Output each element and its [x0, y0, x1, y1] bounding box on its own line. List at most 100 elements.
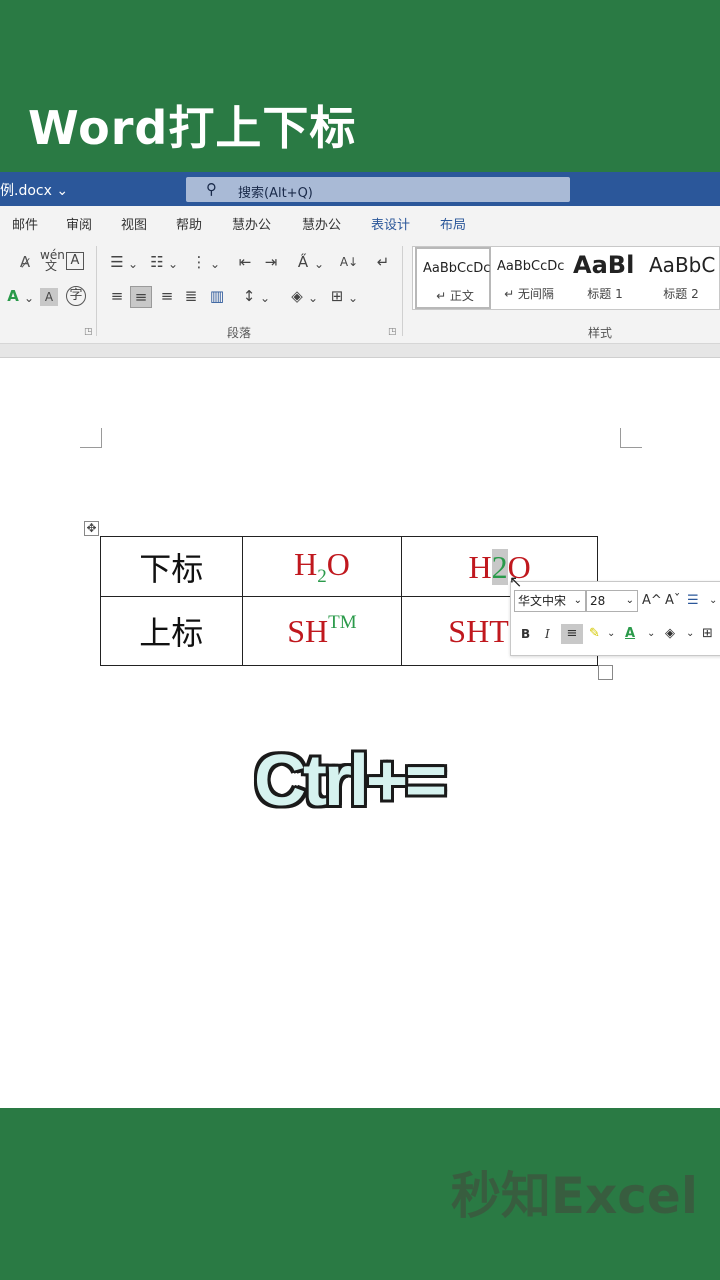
document-filename[interactable]: 例.docx ⌄ — [0, 180, 68, 200]
style-heading-1[interactable]: AaBl 标题 1 — [567, 247, 643, 309]
font-dialog-launcher-icon[interactable]: ◳ — [84, 326, 93, 337]
bullets-icon[interactable]: ☰ — [687, 591, 699, 611]
mouse-cursor-icon: ↖ — [509, 574, 523, 591]
page-corner-mark — [80, 428, 102, 448]
group-separator — [96, 246, 97, 336]
font-size-select[interactable]: 28 ⌄ — [586, 590, 638, 612]
word-title-bar: 例.docx ⌄ ⚲ 搜索(Alt+Q) — [0, 172, 720, 206]
line-spacing-dropdown-icon[interactable]: ⌄ — [260, 288, 270, 308]
font-color-icon[interactable]: A — [625, 624, 635, 644]
borders-icon[interactable]: ⊞ — [702, 624, 713, 644]
style-name: ↵ 正文 — [436, 289, 474, 303]
multilevel-list-icon[interactable]: ⋮ — [188, 252, 210, 274]
tab-mailings[interactable]: 邮件 — [12, 214, 38, 233]
table-resize-handle[interactable] — [598, 665, 613, 680]
align-right-icon[interactable]: ≡ — [156, 286, 178, 308]
numbering-dropdown-icon[interactable]: ⌄ — [168, 254, 178, 274]
shading-dropdown-icon[interactable]: ⌄ — [308, 288, 318, 308]
scaling-dropdown-icon[interactable]: ⌄ — [314, 254, 324, 274]
decrease-indent-icon[interactable]: ⇤ — [234, 252, 256, 274]
increase-indent-icon[interactable]: ⇥ — [260, 252, 282, 274]
chevron-down-icon[interactable]: ⌄ — [607, 624, 615, 644]
borders-dropdown-icon[interactable]: ⌄ — [348, 288, 358, 308]
table-cell[interactable]: 下标 — [100, 536, 243, 597]
character-scaling-icon[interactable]: A̋ — [292, 252, 314, 274]
tab-review[interactable]: 审阅 — [66, 214, 92, 233]
shortcut-caption: Ctrl+= — [254, 741, 447, 821]
ribbon: A̷ wén 文 A A ⌄ A 字 ◳ ☰ ⌄ ☷ ⌄ ⋮ ⌄ ⇤ ⇥ A̋ ⌄… — [0, 240, 720, 344]
bullets-dropdown-icon[interactable]: ⌄ — [128, 254, 138, 274]
chevron-down-icon[interactable]: ⌄ — [647, 624, 655, 644]
shrink-font-icon[interactable]: Aˇ — [665, 591, 680, 611]
borders-icon[interactable]: ⊞ — [326, 286, 348, 308]
tab-help[interactable]: 帮助 — [176, 214, 202, 233]
chevron-down-icon[interactable]: ⌄ — [709, 591, 717, 611]
table-cell[interactable]: SHTM — [241, 596, 403, 666]
italic-button[interactable]: I — [545, 624, 550, 644]
style-sample: AaBbCcDc — [497, 259, 565, 274]
formula-base: H — [468, 548, 492, 585]
bold-button[interactable]: B — [521, 624, 530, 644]
bottom-banner: 秒知Excel — [0, 1108, 720, 1280]
highlight-icon[interactable]: ✎ — [589, 624, 600, 644]
character-shading-icon[interactable]: A — [40, 288, 58, 306]
top-banner: Word打上下标 — [0, 0, 720, 172]
enclose-characters-icon[interactable]: 字 — [66, 286, 86, 306]
style-name: 标题 1 — [587, 287, 623, 301]
shading-icon[interactable]: ◈ — [286, 286, 308, 308]
style-normal[interactable]: AaBbCcDc ↵ 正文 — [415, 247, 491, 309]
tab-layout[interactable]: 布局 — [440, 214, 466, 233]
font-color-icon[interactable]: A — [2, 286, 24, 308]
formula-superscript: TM — [328, 612, 357, 633]
tab-table-design[interactable]: 表设计 — [371, 214, 410, 233]
video-title: Word打上下标 — [28, 101, 357, 155]
shading-icon[interactable]: ◈ — [665, 624, 675, 644]
chevron-down-icon[interactable]: ⌄ — [686, 624, 694, 644]
search-placeholder: 搜索(Alt+Q) — [238, 186, 313, 201]
style-no-spacing[interactable]: AaBbCcDc ↵ 无间隔 — [491, 247, 567, 309]
sort-icon[interactable]: A↓ — [338, 252, 360, 274]
table-move-handle-icon[interactable]: ✥ — [84, 521, 99, 536]
center-align-icon[interactable]: ≡ — [561, 624, 583, 644]
formula-tail: T — [489, 613, 509, 649]
line-spacing-icon[interactable]: ↕ — [238, 286, 260, 308]
style-sample: AaBbC — [649, 253, 716, 277]
ribbon-tabs: 邮件 审阅 视图 帮助 慧办公 慧办公 表设计 布局 — [0, 206, 720, 240]
font-color-dropdown-icon[interactable]: ⌄ — [24, 288, 34, 308]
align-center-icon[interactable]: ≡ — [130, 286, 152, 308]
font-name-value: 华文中宋 — [518, 594, 567, 608]
search-box[interactable]: ⚲ 搜索(Alt+Q) — [186, 177, 570, 202]
selected-character[interactable]: 2 — [491, 548, 508, 585]
grow-font-icon[interactable]: A^ — [642, 591, 662, 611]
character-border-icon[interactable]: A — [66, 252, 84, 270]
paragraph-dialog-launcher-icon[interactable]: ◳ — [388, 326, 397, 337]
clear-formatting-icon[interactable]: A̷ — [14, 252, 36, 274]
style-heading-2[interactable]: AaBbC 标题 2 — [643, 247, 719, 309]
bullets-icon[interactable]: ☰ — [106, 252, 128, 274]
styles-gallery: AaBbCcDc ↵ 正文 AaBbCcDc ↵ 无间隔 AaBl 标题 1 A… — [412, 246, 720, 310]
paragraph-group-label: 段落 — [227, 326, 252, 340]
subscript-example: H2O — [294, 546, 350, 587]
style-name: 标题 2 — [663, 287, 699, 301]
font-name-select[interactable]: 华文中宋 ⌄ — [514, 590, 586, 612]
phonetic-guide-icon[interactable]: wén 文 — [40, 249, 65, 273]
styles-group-label: 样式 — [588, 326, 613, 340]
formula-base: SH — [287, 613, 329, 649]
show-marks-icon[interactable]: ↵ — [372, 252, 394, 274]
phonetic-char: 文 — [44, 259, 57, 273]
tab-huibangong-1[interactable]: 慧办公 — [232, 214, 271, 233]
style-sample: AaBl — [573, 251, 635, 279]
distributed-icon[interactable]: ▥ — [206, 286, 228, 308]
table-cell[interactable]: H2O — [241, 536, 403, 597]
formula-base: H — [294, 546, 318, 582]
chevron-down-icon: ⌄ — [625, 595, 634, 606]
justify-icon[interactable]: ≣ — [180, 286, 202, 308]
table-cell[interactable]: 上标 — [100, 596, 243, 666]
tab-huibangong-2[interactable]: 慧办公 — [302, 214, 341, 233]
numbering-icon[interactable]: ☷ — [146, 252, 168, 274]
superscript-example: SHTM — [287, 612, 357, 649]
tab-view[interactable]: 视图 — [121, 214, 147, 233]
align-left-icon[interactable]: ≡ — [106, 286, 128, 308]
formula-subscript: 2 — [317, 566, 327, 587]
multilevel-dropdown-icon[interactable]: ⌄ — [210, 254, 220, 274]
